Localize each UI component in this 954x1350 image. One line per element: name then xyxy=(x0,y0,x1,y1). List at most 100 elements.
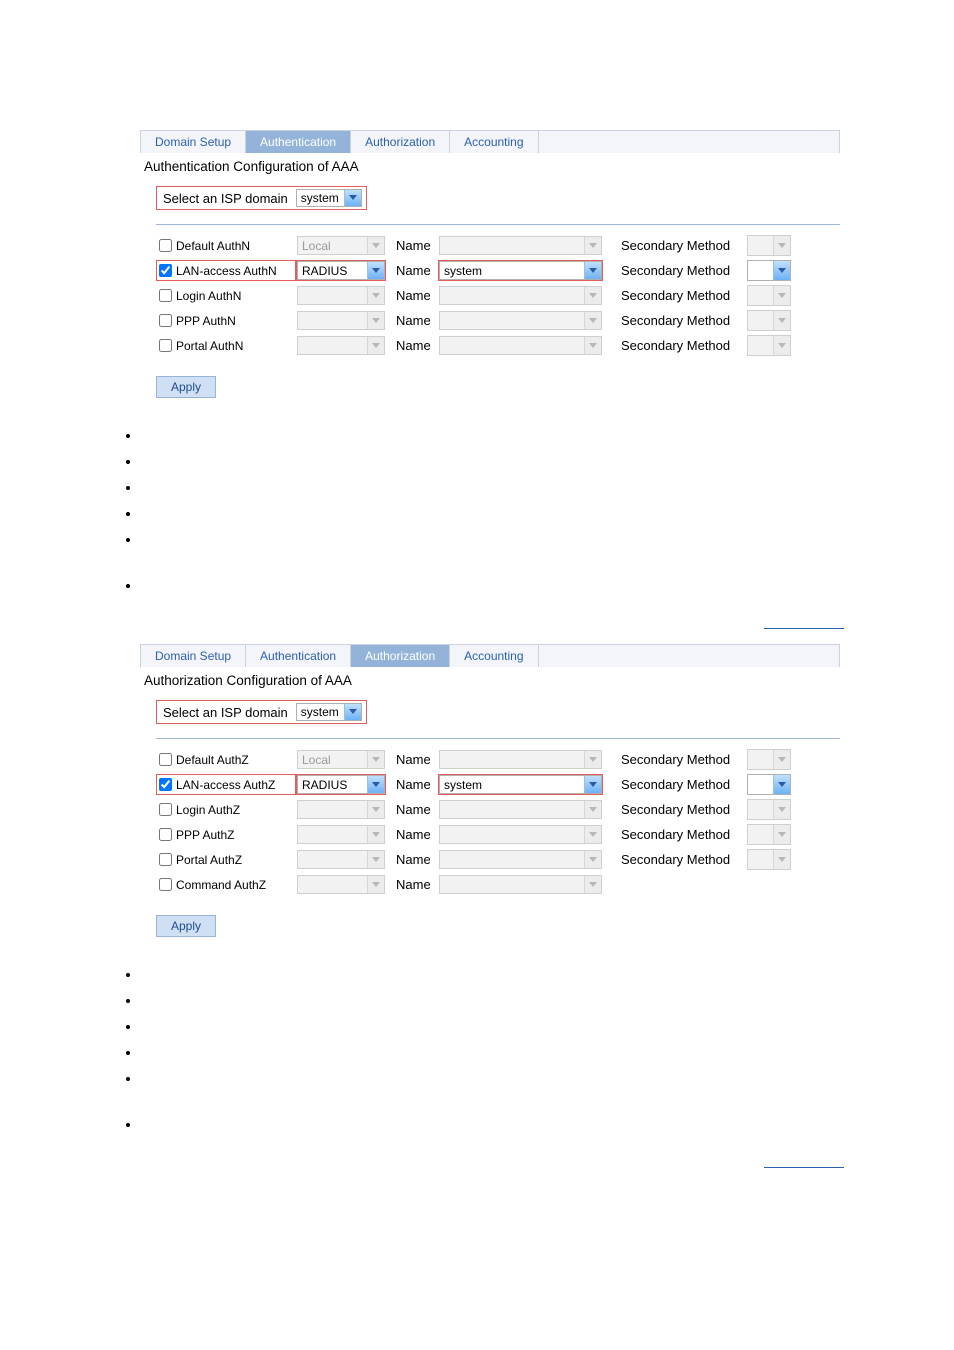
chevron-down-icon xyxy=(773,336,790,355)
authz-name-select xyxy=(439,850,602,869)
authz-secondary-select[interactable] xyxy=(747,774,791,795)
authz-apply-button[interactable]: Apply xyxy=(156,915,216,937)
authz-row-label: LAN-access AuthZ xyxy=(176,778,275,792)
chevron-down-icon xyxy=(344,704,361,720)
authz-row-label: Command AuthZ xyxy=(176,878,266,892)
name-label: Name xyxy=(386,338,438,353)
auth-domain-label: Select an ISP domain xyxy=(163,191,288,206)
authz-name-select xyxy=(439,825,602,844)
auth-row-label: Portal AuthN xyxy=(176,339,243,353)
authz-checkbox[interactable] xyxy=(159,853,172,866)
chevron-down-icon xyxy=(367,751,384,768)
tab-authentication[interactable]: Authentication xyxy=(246,645,351,667)
authz-row-label: Default AuthZ xyxy=(176,753,249,767)
chevron-down-icon xyxy=(367,287,384,304)
authz-method-select[interactable]: RADIUS xyxy=(297,775,385,794)
secondary-label: Secondary Method xyxy=(603,827,747,842)
link-placeholder-2[interactable] xyxy=(764,1155,844,1168)
authz-row: LAN-access AuthZRADIUSNamesystemSecondar… xyxy=(156,772,840,797)
auth-secondary-select xyxy=(747,235,791,256)
tab-accounting[interactable]: Accounting xyxy=(450,131,538,153)
authz-row: Command AuthZName xyxy=(156,872,840,897)
chevron-down-icon xyxy=(773,286,790,305)
auth-checkbox[interactable] xyxy=(159,289,172,302)
secondary-label: Secondary Method xyxy=(603,313,747,328)
authz-method-select xyxy=(297,825,385,844)
authz-name-select xyxy=(439,800,602,819)
secondary-label: Secondary Method xyxy=(603,777,747,792)
authz-row: Portal AuthZ Name Secondary Method xyxy=(156,847,840,872)
chevron-down-icon xyxy=(367,237,384,254)
tab-domain-setup[interactable]: Domain Setup xyxy=(141,131,246,153)
chevron-down-icon xyxy=(584,312,601,329)
auth-method-select: Local xyxy=(297,236,385,255)
chevron-down-icon xyxy=(367,851,384,868)
name-label: Name xyxy=(386,263,438,278)
auth-name-select[interactable]: system xyxy=(439,261,602,280)
authz-row-label: Login AuthZ xyxy=(176,803,240,817)
name-label: Name xyxy=(386,802,438,817)
chevron-down-icon xyxy=(367,262,384,279)
name-label: Name xyxy=(386,288,438,303)
authz-name-select[interactable]: system xyxy=(439,775,602,794)
auth-name-select xyxy=(439,336,602,355)
authz-row: Default AuthZLocalNameSecondary Method xyxy=(156,747,840,772)
authz-row-label: Portal AuthZ xyxy=(176,853,242,867)
authz-domain-label: Select an ISP domain xyxy=(163,705,288,720)
link-placeholder-1[interactable] xyxy=(764,616,844,629)
authz-checkbox[interactable] xyxy=(159,803,172,816)
secondary-label: Secondary Method xyxy=(603,263,747,278)
authz-checkbox[interactable] xyxy=(159,778,172,791)
secondary-label: Secondary Method xyxy=(603,802,747,817)
auth-name-select xyxy=(439,311,602,330)
auth-apply-button[interactable]: Apply xyxy=(156,376,216,398)
auth-checkbox[interactable] xyxy=(159,239,172,252)
authz-secondary-select xyxy=(747,749,791,770)
tab-domain-setup[interactable]: Domain Setup xyxy=(141,645,246,667)
name-label: Name xyxy=(386,852,438,867)
authz-row: PPP AuthZ Name Secondary Method xyxy=(156,822,840,847)
tab-accounting[interactable]: Accounting xyxy=(450,645,538,667)
authz-domain-select[interactable]: system xyxy=(296,703,362,721)
chevron-down-icon xyxy=(584,876,601,893)
secondary-label: Secondary Method xyxy=(603,752,747,767)
auth-domain-select[interactable]: system xyxy=(296,189,362,207)
chevron-down-icon xyxy=(584,287,601,304)
auth-row-label: Default AuthN xyxy=(176,239,250,253)
secondary-label: Secondary Method xyxy=(603,288,747,303)
authz-secondary-select xyxy=(747,799,791,820)
tab-authorization[interactable]: Authorization xyxy=(351,131,450,153)
auth-method-select xyxy=(297,311,385,330)
auth-checkbox[interactable] xyxy=(159,264,172,277)
chevron-down-icon xyxy=(584,237,601,254)
auth-row: Login AuthNNameSecondary Method xyxy=(156,283,840,308)
auth-method-select[interactable]: RADIUS xyxy=(297,261,385,280)
tab-authentication[interactable]: Authentication xyxy=(246,131,351,153)
auth-method-select xyxy=(297,336,385,355)
authz-method-select xyxy=(297,800,385,819)
secondary-label: Secondary Method xyxy=(603,238,747,253)
chevron-down-icon xyxy=(367,776,384,793)
auth-checkbox[interactable] xyxy=(159,339,172,352)
authz-method-select xyxy=(297,875,385,894)
secondary-label: Secondary Method xyxy=(603,852,747,867)
chevron-down-icon xyxy=(367,337,384,354)
authz-checkbox[interactable] xyxy=(159,753,172,766)
bullet-list-1 xyxy=(140,428,954,604)
name-label: Name xyxy=(386,827,438,842)
auth-name-select xyxy=(439,236,602,255)
authz-checkbox[interactable] xyxy=(159,878,172,891)
auth-checkbox[interactable] xyxy=(159,314,172,327)
auth-secondary-select[interactable] xyxy=(747,260,791,281)
authz-grid: Default AuthZLocalNameSecondary Method LA… xyxy=(156,738,840,897)
authz-checkbox[interactable] xyxy=(159,828,172,841)
chevron-down-icon xyxy=(773,800,790,819)
name-label: Name xyxy=(386,238,438,253)
chevron-down-icon xyxy=(584,262,601,279)
chevron-down-icon xyxy=(773,825,790,844)
chevron-down-icon xyxy=(584,826,601,843)
chevron-down-icon xyxy=(773,850,790,869)
auth-method-select xyxy=(297,286,385,305)
authz-row-label: PPP AuthZ xyxy=(176,828,234,842)
tab-authorization[interactable]: Authorization xyxy=(351,645,450,667)
